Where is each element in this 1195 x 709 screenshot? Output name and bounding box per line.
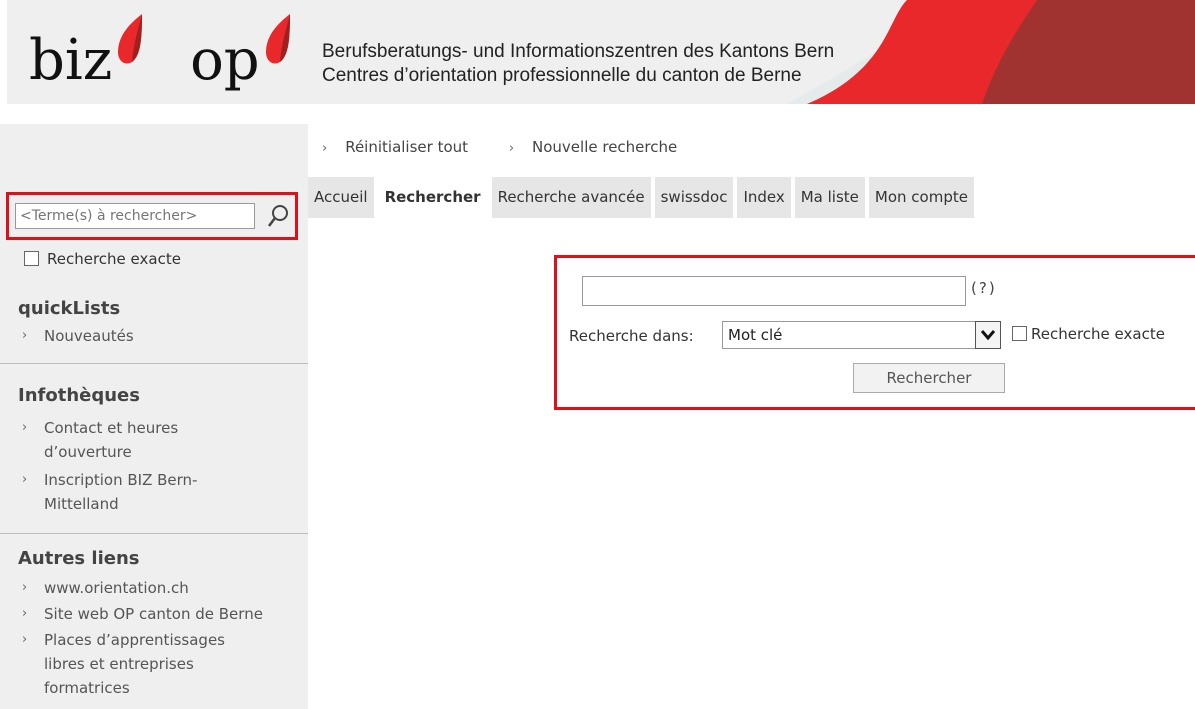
tab-accueil[interactable]: Accueil [308,177,374,218]
sidebar-link-nouveautes[interactable]: › Nouveautés [22,324,314,348]
sidebar-link-contact[interactable]: › Contact et heures d’ouverture [22,416,214,464]
query-input[interactable] [582,276,966,306]
search-icon[interactable] [267,204,289,232]
chevron-right-icon: › [22,580,28,595]
main-exact-option[interactable]: Recherche exacte [1012,325,1165,343]
reset-all-link[interactable]: › Réinitialiser tout [322,138,486,156]
tab-mon-compte[interactable]: Mon compte [868,177,974,218]
help-link[interactable]: (?) [971,279,997,297]
tab-recherche-avancee[interactable]: Recherche avancée [491,177,651,218]
logo-op-text: op [190,28,260,93]
tab-swissdoc[interactable]: swissdoc [654,177,734,218]
sidebar-exact-checkbox[interactable] [24,251,39,266]
sidebar-exact-label: Recherche exacte [47,250,181,268]
breadcrumb: › Réinitialiser tout › Nouvelle recherche [322,138,713,156]
sidebar-link-apprentissages[interactable]: › Places d’apprentissages libres et entre… [22,628,259,700]
sidebar-divider [0,363,308,364]
chevron-right-icon: › [508,141,515,156]
main-exact-label: Recherche exacte [1031,325,1165,343]
sidebar-divider [0,533,308,534]
header-line-de: Berufsberatungs- und Informationszentren… [322,41,835,62]
sidebar: Recherche exacte quickLists ›Nouveautés … [0,124,308,709]
sidebar-search-box [6,192,298,240]
main-tabs: Accueil Rechercher Recherche avancée swi… [308,177,978,218]
sidebar-search-input[interactable] [15,203,255,229]
sidebar-exact-option[interactable]: Recherche exacte [24,250,181,268]
section-title-quicklists: quickLists [18,298,121,319]
chevron-right-icon: › [322,141,328,156]
search-in-selected-value: Mot clé [728,326,783,344]
main-search-form: (?) Recherche dans: Mot clé Recherche ex… [554,255,1195,410]
chevron-right-icon: › [22,606,28,621]
chevron-right-icon: › [22,472,28,487]
section-title-infotheques: Infothèques [18,385,140,406]
search-in-select[interactable]: Mot clé [722,321,1001,349]
chevron-down-icon[interactable] [975,321,1001,349]
section-title-autres-liens: Autres liens [18,548,140,569]
header-banner: biz op Berufsberatungs- und Informations… [7,0,1195,104]
tab-index[interactable]: Index [737,177,791,218]
search-button[interactable]: Rechercher [853,363,1005,393]
brand-logo[interactable]: biz op [29,14,294,96]
logo-drop-icon [260,12,294,87]
sidebar-link-inscription[interactable]: › Inscription BIZ Bern-Mittelland [22,468,224,516]
search-in-label: Recherche dans: [569,327,694,345]
logo-drop-icon [112,12,146,87]
logo-biz-text: biz [29,28,113,93]
header-line-fr: Centres d’orientation professionnelle du… [322,65,802,86]
chevron-right-icon: › [22,420,28,435]
sidebar-link-op-berne[interactable]: › Site web OP canton de Berne [22,602,314,626]
tab-ma-liste[interactable]: Ma liste [794,177,865,218]
new-search-link[interactable]: › Nouvelle recherche [509,138,695,156]
header-tagline: Berufsberatungs- und Informationszentren… [322,40,834,88]
main-exact-checkbox[interactable] [1012,326,1027,341]
chevron-right-icon: › [22,328,28,343]
sidebar-link-orientation[interactable]: › www.orientation.ch [22,576,314,600]
chevron-right-icon: › [22,632,28,647]
tab-rechercher[interactable]: Rechercher [377,177,488,218]
